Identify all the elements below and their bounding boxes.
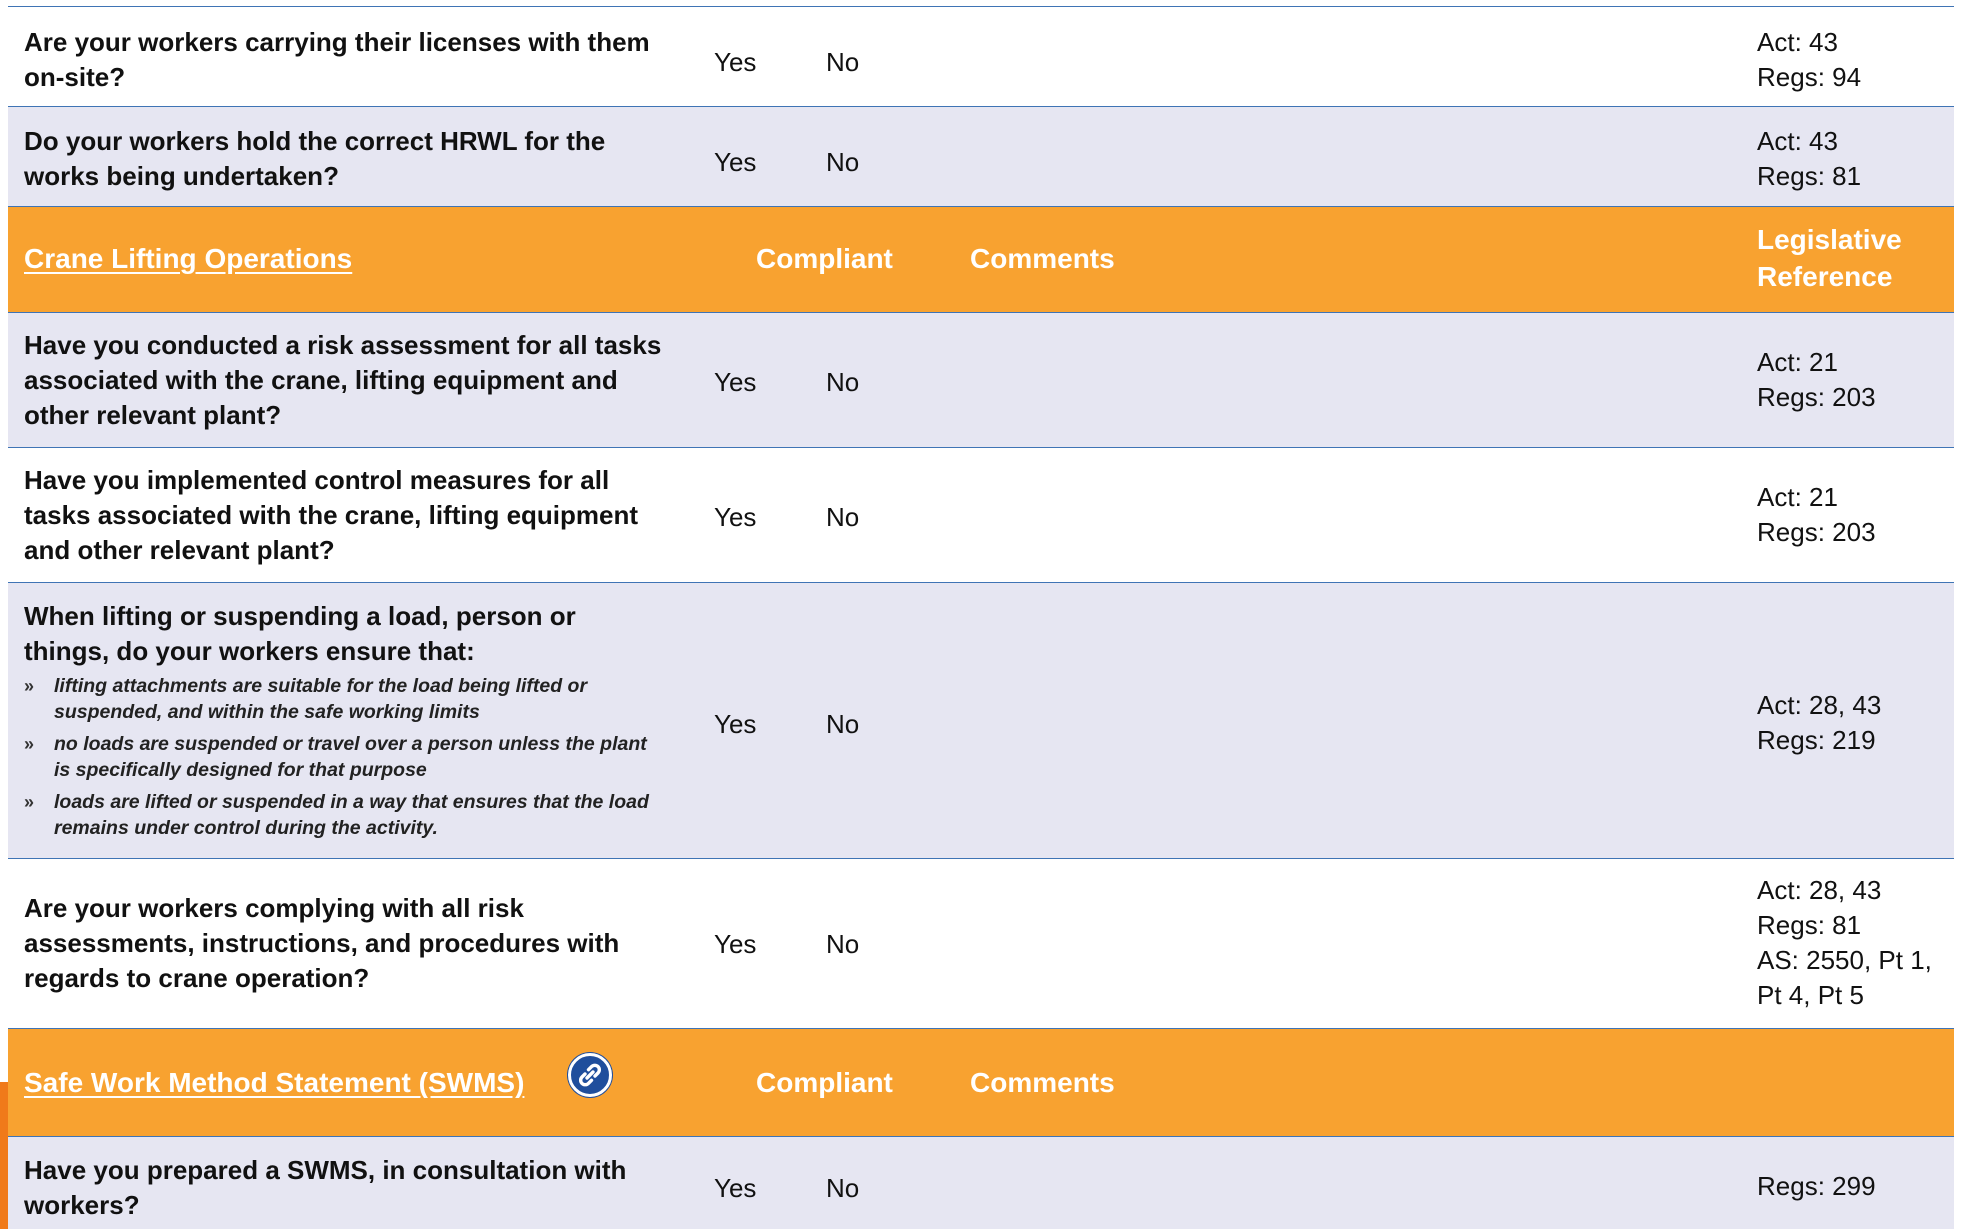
section-header-crane: Crane Lifting Operations Compliant Comme… [8, 206, 1954, 312]
legislative-reference: Act: 28, 43 Regs: 81 AS: 2550, Pt 1, Pt … [1757, 873, 1932, 1013]
table-row: When lifting or suspending a load, perso… [8, 582, 1954, 858]
bullet-text: lifting attachments are suitable for the… [54, 675, 588, 723]
legislative-reference: Act: 28, 43 Regs: 219 [1757, 688, 1881, 758]
section-header-swms: Safe Work Method Statement (SWMS) Compli… [8, 1028, 1954, 1136]
no-option[interactable]: No [826, 147, 859, 178]
list-item: » lifting attachments are suitable for th… [24, 673, 664, 725]
bullet-text: no loads are suspended or travel over a … [54, 733, 647, 781]
section-title-link[interactable]: Safe Work Method Statement (SWMS) [24, 1067, 524, 1099]
header-line: Reference [1757, 261, 1893, 292]
table-row: Do your workers hold the correct HRWL fo… [8, 106, 1954, 206]
table-row: Have you conducted a risk assessment for… [8, 312, 1954, 447]
table-row: Have you prepared a SWMS, in consultatio… [8, 1136, 1954, 1229]
orange-tab-marker [0, 1082, 8, 1229]
question-text: When lifting or suspending a load, perso… [24, 601, 576, 666]
no-option[interactable]: No [826, 929, 859, 960]
yes-option[interactable]: Yes [714, 502, 756, 533]
bullet-text: loads are lifted or suspended in a way t… [54, 791, 649, 839]
yes-option[interactable]: Yes [714, 147, 756, 178]
question-text: Are your workers complying with all risk… [24, 893, 620, 993]
question-text: Do your workers hold the correct HRWL fo… [24, 126, 606, 191]
table-row: Are your workers carrying their licenses… [8, 6, 1954, 106]
reference-line: Regs: 299 [1757, 1171, 1876, 1201]
question-block: When lifting or suspending a load, perso… [24, 599, 664, 847]
reference-line: Regs: 203 [1757, 382, 1876, 412]
question-text: Have you conducted a risk assessment for… [24, 330, 662, 430]
question-text: Have you implemented control measures fo… [24, 465, 639, 565]
reference-line: Act: 43 [1757, 27, 1838, 57]
reference-line: Regs: 81 [1757, 910, 1862, 940]
question-text: Are your workers carrying their licenses… [24, 27, 650, 92]
compliant-column-header: Compliant [756, 243, 893, 274]
reference-line: Pt 4, Pt 5 [1757, 980, 1864, 1010]
checklist-table: Are your workers carrying their licenses… [8, 0, 1954, 1229]
header-line: Legislative [1757, 224, 1902, 255]
legislative-reference: Act: 21 Regs: 203 [1757, 345, 1876, 415]
yes-option[interactable]: Yes [714, 709, 756, 740]
reference-line: Regs: 81 [1757, 161, 1862, 191]
bullet-marker: » [24, 676, 35, 696]
question-text: Have you prepared a SWMS, in consultatio… [24, 1155, 627, 1220]
no-option[interactable]: No [826, 47, 859, 78]
legislative-reference: Act: 21 Regs: 203 [1757, 480, 1876, 550]
no-option[interactable]: No [826, 709, 859, 740]
comments-column-header: Comments [970, 243, 1115, 274]
no-option[interactable]: No [826, 502, 859, 533]
reference-line: AS: 2550, Pt 1, [1757, 945, 1932, 975]
bullet-marker: » [24, 734, 35, 754]
comments-column-header: Comments [970, 1067, 1115, 1098]
table-row: Have you implemented control measures fo… [8, 447, 1954, 582]
reference-line: Regs: 203 [1757, 517, 1876, 547]
link-icon-glyph [578, 1063, 602, 1087]
link-icon[interactable] [568, 1053, 612, 1097]
reference-line: Act: 28, 43 [1757, 690, 1882, 720]
table-row: Are your workers complying with all risk… [8, 858, 1954, 1028]
list-item: » loads are lifted or suspended in a way … [24, 789, 664, 841]
yes-option[interactable]: Yes [714, 1173, 756, 1204]
reference-line: Regs: 219 [1757, 725, 1876, 755]
bullet-list: » lifting attachments are suitable for th… [24, 673, 664, 841]
compliant-column-header: Compliant [756, 1067, 893, 1098]
reference-line: Act: 43 [1757, 126, 1838, 156]
no-option[interactable]: No [826, 1173, 859, 1204]
yes-option[interactable]: Yes [714, 929, 756, 960]
legislative-reference-header: Legislative Reference [1757, 221, 1902, 295]
reference-line: Act: 21 [1757, 347, 1838, 377]
list-item: » no loads are suspended or travel over a… [24, 731, 664, 783]
reference-line: Act: 21 [1757, 482, 1838, 512]
legislative-reference: Act: 43 Regs: 81 [1757, 124, 1861, 194]
yes-option[interactable]: Yes [714, 367, 756, 398]
reference-line: Act: 28, 43 [1757, 875, 1882, 905]
section-title-link[interactable]: Crane Lifting Operations [24, 243, 352, 275]
legislative-reference: Regs: 299 [1757, 1169, 1876, 1204]
bullet-marker: » [24, 792, 35, 812]
legislative-reference: Act: 43 Regs: 94 [1757, 25, 1861, 95]
yes-option[interactable]: Yes [714, 47, 756, 78]
reference-line: Regs: 94 [1757, 62, 1862, 92]
no-option[interactable]: No [826, 367, 859, 398]
